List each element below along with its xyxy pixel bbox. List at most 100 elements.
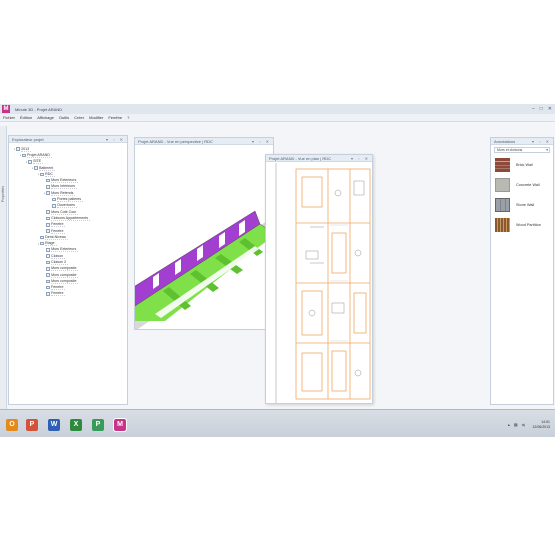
- tree-item-label: Murs Intérieurs: [51, 184, 78, 190]
- material-item[interactable]: Wood Partition: [491, 215, 553, 235]
- annotations-header-buttons[interactable]: ▾ ▫ ✕: [532, 139, 551, 144]
- tree-item-label: Fenetre: [51, 285, 66, 291]
- tree-item-label: Portes palieres: [57, 197, 84, 203]
- floor-slab: [135, 224, 273, 321]
- tree-item-label: Projet ARAND: [27, 152, 52, 158]
- menu-help[interactable]: ?: [127, 115, 129, 120]
- tree-item[interactable]: Fenetre: [9, 291, 127, 297]
- menu-outils[interactable]: Outils: [59, 115, 69, 120]
- wood-partition-swatch-icon: [495, 218, 510, 232]
- tree-node-icon: [46, 273, 50, 277]
- tree-node-icon: [46, 248, 50, 252]
- tree-node-icon: [46, 260, 50, 265]
- tree-node-icon: [52, 197, 56, 202]
- tree-item-label: Etage: [45, 241, 57, 247]
- tree-item-label: Fenetre: [51, 222, 66, 228]
- tree-node-icon: [46, 222, 50, 227]
- tree-node-icon: [40, 172, 44, 177]
- window-controls: – □ ✕: [532, 106, 552, 112]
- explorer-title: Explorateur projet: [12, 136, 44, 142]
- explorer-header: Explorateur projet ▾ ▫ ✕: [9, 136, 127, 143]
- tree-node-icon: [46, 279, 50, 284]
- tree-item-label: Cloison: [51, 253, 66, 259]
- perspective-header-buttons[interactable]: ▾ ▫ ✕: [252, 139, 271, 144]
- tree-node-icon: [46, 185, 50, 189]
- taskbar-word-icon[interactable]: W: [48, 419, 60, 431]
- taskbar-minute3d-icon[interactable]: M: [113, 418, 127, 432]
- explorer-header-buttons[interactable]: ▾ ▫ ✕: [106, 137, 125, 142]
- tree-node-icon: [16, 147, 20, 151]
- tree-item-label: Murs Exterieurs: [51, 178, 79, 184]
- menu-bar: Fichier Édition Affichage Outils Créer M…: [0, 114, 555, 122]
- tree-item-label: Cloisons Appartements: [51, 215, 91, 221]
- perspective-view-panel: Projet ARAND - Vue en perspective | RDC …: [134, 137, 274, 330]
- project-explorer-panel: Explorateur projet ▾ ▫ ✕ ▪ 2013 ▪ Projet AR…: [8, 135, 128, 405]
- concrete-wall-swatch-icon: [495, 178, 510, 192]
- network-icon[interactable]: ▦: [514, 422, 518, 427]
- menu-creer[interactable]: Créer: [74, 115, 84, 120]
- tree-item-label: Murs composite: [51, 266, 79, 272]
- brick-wall-swatch-icon: [495, 158, 510, 172]
- perspective-viewport[interactable]: [135, 146, 273, 329]
- tray-up-icon[interactable]: ▴: [508, 422, 510, 427]
- tree-node-icon: [28, 159, 32, 164]
- material-item[interactable]: Concrete Wall: [491, 175, 553, 195]
- building-3d-model: [135, 210, 273, 329]
- perspective-header: Projet ARAND - Vue en perspective | RDC …: [135, 138, 273, 145]
- plan-title: Projet ARAND - Vue en plan | RDC: [269, 155, 332, 161]
- tree-node-icon: [46, 178, 50, 183]
- tree-node-icon: [46, 216, 50, 221]
- properties-side-tab[interactable]: Propriétés: [0, 126, 7, 426]
- plan-viewport[interactable]: [266, 163, 372, 403]
- tree-item-label: Fenetre: [51, 228, 66, 234]
- material-item[interactable]: Stone Wall: [491, 195, 553, 215]
- clock-date: 12/06/2013: [532, 425, 550, 429]
- close-button[interactable]: ✕: [548, 106, 552, 112]
- material-label: Stone Wall: [516, 203, 535, 207]
- taskbar-outlook-icon[interactable]: O: [6, 419, 18, 431]
- stone-wall-swatch-icon: [495, 198, 510, 212]
- annotation-category-select[interactable]: Murs et cloisons ▾: [494, 147, 550, 153]
- tree-item-label: 2013: [21, 146, 32, 152]
- tree-item-label: SITE: [33, 159, 44, 165]
- tree-node-icon: [46, 285, 50, 290]
- perspective-title: Projet ARAND - Vue en perspective | RDC: [138, 138, 213, 144]
- floor-plan-drawing: [275, 163, 371, 403]
- material-label: Wood Partition: [516, 223, 541, 227]
- taskbar-powerpoint-icon[interactable]: P: [26, 419, 38, 431]
- chevron-down-icon: ▾: [546, 148, 548, 152]
- material-label: Concrete Wall: [516, 183, 540, 187]
- taskbar-publisher-icon[interactable]: P: [92, 419, 104, 431]
- taskbar-excel-icon[interactable]: X: [70, 419, 82, 431]
- tree-item-label: Murs Refends: [51, 190, 76, 196]
- volume-icon[interactable]: ◂): [522, 422, 525, 427]
- annotations-header: Annotations ▾ ▫ ✕: [491, 138, 553, 145]
- annotations-panel: Annotations ▾ ▫ ✕ Murs et cloisons ▾ Bri…: [490, 137, 554, 405]
- tree-item-label: Murs Exterieurs: [51, 247, 79, 253]
- tree-item-label: Fenetre: [51, 291, 66, 297]
- plan-header: Projet ARAND - Vue en plan | RDC ▾ ▫ ✕: [266, 155, 372, 162]
- tree-item-label: Murs composite: [51, 278, 79, 284]
- menu-modifier[interactable]: Modifier: [89, 115, 103, 120]
- plan-view-panel: Projet ARAND - Vue en plan | RDC ▾ ▫ ✕: [265, 154, 373, 404]
- tree-node-icon: [46, 229, 50, 233]
- menu-fenetre[interactable]: Fenêtre: [108, 115, 122, 120]
- maximize-button[interactable]: □: [540, 106, 543, 112]
- tree-node-icon: [40, 241, 44, 246]
- material-list: Brick Wall Concrete Wall Stone Wall Wood…: [491, 155, 553, 235]
- tree-node-icon: [52, 204, 56, 208]
- plan-walls: [295, 168, 371, 400]
- tree-node-icon: [22, 153, 26, 158]
- minimize-button[interactable]: –: [532, 106, 535, 112]
- taskbar-clock[interactable]: 14:51 12/06/2013: [532, 420, 550, 430]
- tree-node-icon: [46, 191, 50, 196]
- tree-node-icon: [46, 254, 50, 258]
- material-item[interactable]: Brick Wall: [491, 155, 553, 175]
- plan-header-buttons[interactable]: ▾ ▫ ✕: [351, 156, 370, 161]
- menu-affichage[interactable]: Affichage: [37, 115, 54, 120]
- desktop-screen: M Minute 3D - Projet ARAND – □ ✕ Fichier…: [0, 104, 555, 437]
- material-label: Brick Wall: [516, 163, 533, 167]
- tree-item-label: Cloison 2: [51, 259, 69, 265]
- menu-fichier[interactable]: Fichier: [3, 115, 15, 120]
- menu-edition[interactable]: Édition: [20, 115, 32, 120]
